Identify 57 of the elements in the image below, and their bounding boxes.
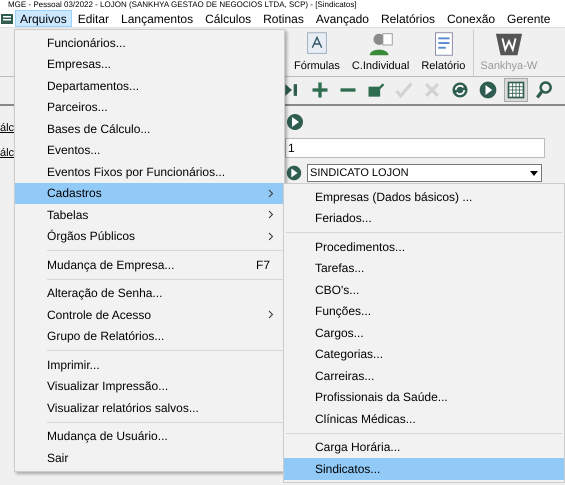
menu-item[interactable]: Tarefas...: [284, 258, 564, 279]
menu-item[interactable]: Eventos...: [15, 140, 284, 161]
window-title: MGE - Pessoal 03/2022 - LOJON (SANKHYA GESTAO DE NEGOCIOS LTDA, SCP) - [Sindicatos]: [0, 0, 565, 10]
menu-bar-item[interactable]: Gerente: [501, 10, 556, 28]
menu-item[interactable]: Profissionais da Saúde...: [284, 386, 564, 408]
grid-icon[interactable]: [504, 78, 528, 102]
menu-bar-item[interactable]: Avançado: [310, 10, 375, 28]
menu-item[interactable]: Alteração de Senha...: [15, 282, 284, 304]
link[interactable]: álc: [0, 144, 14, 161]
play-icon[interactable]: [285, 112, 305, 132]
menu-item[interactable]: Categorias...: [284, 344, 564, 365]
union-dropdown[interactable]: SINDICATO LOJON: [307, 164, 542, 182]
menu-item[interactable]: Empresas...: [15, 54, 284, 75]
menu-item[interactable]: Procedimentos...: [284, 236, 564, 258]
menu-item[interactable]: Mudança de Usuário...: [15, 426, 284, 447]
menu-bar-item[interactable]: Relatórios: [374, 10, 441, 28]
menu-bar-item[interactable]: Arquivos: [15, 10, 72, 27]
chevron-right-icon: [268, 188, 274, 198]
menu-item[interactable]: Cargos...: [284, 322, 564, 344]
menu-item[interactable]: Bases de Cálculo...: [15, 118, 284, 140]
menu-item[interactable]: Cadastros: [15, 182, 284, 204]
play-icon[interactable]: [285, 164, 303, 182]
menu-item[interactable]: Parceiros...: [15, 96, 284, 118]
menu-bar-item[interactable]: Lançamentos: [115, 10, 200, 28]
menu-bar-item[interactable]: Cálculos: [199, 10, 258, 28]
menu-item[interactable]: Funcionários...: [15, 32, 284, 54]
menu-item[interactable]: Imprimir...: [15, 354, 284, 376]
menu-item[interactable]: Eventos Fixos por Funcionários...: [15, 161, 284, 182]
menu-item[interactable]: Carreiras...: [284, 365, 564, 386]
menu-item[interactable]: Sindicatos...: [284, 458, 564, 480]
link[interactable]: álc: [0, 120, 14, 136]
menu-item[interactable]: Funções...: [284, 300, 564, 322]
menu-item[interactable]: Clínicas Médicas...: [284, 408, 564, 430]
menu-item[interactable]: Órgãos Públicos: [15, 226, 284, 247]
chevron-right-icon: [268, 310, 274, 320]
menu-item[interactable]: Grupo de Relatórios...: [15, 326, 284, 347]
menu-bar-item[interactable]: Rotinas: [257, 10, 310, 28]
app-icon[interactable]: [1, 12, 13, 24]
menu-item[interactable]: Visualizar relatórios salvos...: [15, 397, 284, 418]
toolbar-button[interactable]: C.Individual: [346, 30, 416, 76]
menu-item[interactable]: Sair: [15, 447, 284, 468]
chevron-right-icon: [268, 232, 274, 241]
menu-item[interactable]: Empresas (Dados básicos) ...: [284, 186, 564, 208]
menu-item[interactable]: Departamentos...: [15, 75, 284, 96]
menu-item[interactable]: CBO's...: [284, 279, 564, 300]
menu-item[interactable]: Visualizar Impressão...: [15, 376, 284, 397]
menu-bar-item[interactable]: Editar: [72, 10, 116, 28]
chevron-right-icon: [268, 210, 274, 220]
toolbar-button[interactable]: Fórmulas: [288, 30, 346, 76]
menu-item[interactable]: Mudança de Empresa... F7: [15, 254, 284, 276]
menu-item[interactable]: Controle de Acesso: [15, 304, 284, 326]
menu-item[interactable]: Carga Horária...: [284, 436, 564, 458]
toolbar-button[interactable]: Relatório: [415, 30, 472, 76]
menu-bar-item[interactable]: Conexão: [441, 10, 502, 28]
code-field[interactable]: 1: [285, 138, 545, 158]
menu-item[interactable]: Feriados...: [284, 208, 564, 229]
menu-item[interactable]: Tabelas: [15, 204, 284, 226]
